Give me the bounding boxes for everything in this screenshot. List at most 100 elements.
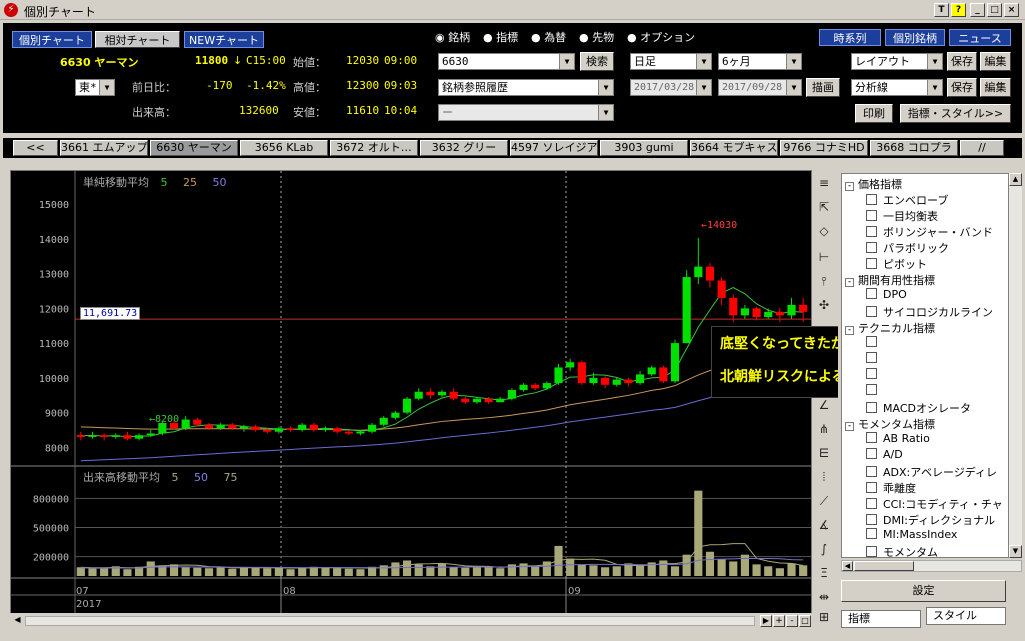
tree-group[interactable]: - 期間有用性指標 [845,272,935,288]
time-series-button[interactable]: 時系列 [819,29,881,46]
exchange-select[interactable]: 東* ▼ [75,79,115,96]
checkbox-icon[interactable] [866,258,877,269]
tree-checkbox-item[interactable]: ピボット [866,256,927,272]
checkbox-icon[interactable] [866,482,877,493]
checkbox-icon[interactable] [866,194,877,205]
tree-scrollbar[interactable]: ▲ ▼ [1009,173,1022,558]
checkbox-icon[interactable] [866,466,877,477]
stock-tab[interactable]: 9766 コナミHD [780,140,868,156]
tree-checkbox-item[interactable]: MI:MassIndex [866,528,957,541]
draw-button[interactable]: 描画 [806,78,840,97]
date-to[interactable]: 2017/09/28 ▼ [718,79,802,96]
indicator-tree[interactable]: - 価格指標 エンベローブ 一目均衡表 ボリンジャー・バンド パラボリック ピボット - 期間有… [841,173,1009,558]
collapse-icon[interactable]: - [845,422,854,431]
scroll-up-icon[interactable]: ▲ [1009,173,1022,186]
zoom-out-icon[interactable]: - [786,615,798,627]
cursor-icon[interactable]: ⇱ [815,198,833,216]
checkbox-icon[interactable] [866,528,877,539]
checkbox-icon[interactable] [866,498,877,509]
tree-checkbox-item[interactable]: パラボリック [866,240,949,256]
vertical-line-icon[interactable]: ⫯ [815,272,833,290]
news-button[interactable]: ニュース [949,29,1011,46]
radio-forex[interactable]: ● 為替 [531,29,566,45]
arc-tool-icon[interactable]: ∫ [815,540,833,558]
toolbar-t-button[interactable]: T [934,3,949,17]
maximize-button[interactable]: □ [987,3,1002,17]
search-button[interactable]: 検索 [580,52,614,71]
chart-scrollbar[interactable]: ◀ ▶ + - □ [10,613,812,629]
layout-save-button[interactable]: 保存 [947,52,977,71]
tree-checkbox-item[interactable]: MACDオシレータ [866,400,971,416]
layout-select[interactable]: レイアウト ▼ [851,53,943,70]
scroll-right-icon[interactable]: ▶ [760,615,772,627]
scroll-left-icon[interactable]: ◀ [842,561,853,571]
print-button[interactable]: 印刷 [855,104,893,123]
retracement-icon[interactable]: ⦙ [815,468,833,486]
interval-select[interactable]: 日足 ▼ [630,53,712,70]
collapse-icon[interactable]: - [845,182,854,191]
angle-tool-icon[interactable]: ∡ [815,516,833,534]
secondary-select[interactable]: ー ▼ [438,104,614,121]
stock-tab[interactable]: 3632 グリー [420,140,508,156]
tree-checkbox-item[interactable] [866,368,883,381]
tree-group[interactable]: - モメンタム指標 [845,416,935,432]
date-from[interactable]: 2017/03/28 ▼ [630,79,712,96]
collapse-icon[interactable]: - [845,326,854,335]
checkbox-icon[interactable] [866,336,877,347]
minimize-button[interactable]: _ [970,3,985,17]
tree-checkbox-item[interactable]: モメンタム [866,544,938,557]
tree-checkbox-item[interactable]: DMI:ディレクショナル [866,512,995,528]
scroll-down-icon[interactable]: ▼ [1009,545,1022,558]
tree-checkbox-item[interactable]: サイコロジカルライン [866,304,993,320]
stock-tab[interactable]: 3664 モブキャス [690,140,778,156]
fit-icon[interactable]: □ [799,615,811,627]
close-button[interactable]: × [1004,3,1019,17]
tree-checkbox-item[interactable]: 乖離度 [866,480,916,496]
tree-checkbox-item[interactable]: A/D [866,448,903,461]
symbol-input[interactable]: 6630 ▼ [438,53,575,70]
stock-tab[interactable]: 3661 エムアップ [60,140,148,156]
fan-icon[interactable]: ⋔ [815,420,833,438]
tab-new-chart[interactable]: NEWチャート [184,31,264,48]
analysis-save-button[interactable]: 保存 [947,78,977,97]
menu-lines-icon[interactable]: ≡ [815,174,833,192]
checkbox-icon[interactable] [866,210,877,221]
next-tabs-button[interactable]: // [960,140,1004,156]
tree-checkbox-item[interactable]: エンベローブ [866,192,948,208]
stock-tab[interactable]: 4597 ソレイジア [510,140,598,156]
period-tool-icon[interactable]: ⇹ [815,588,833,606]
stock-tab-active[interactable]: 6630 ヤーマン [150,140,238,156]
scroll-left-icon[interactable]: ◀ [12,615,23,626]
tree-hscroll-thumb[interactable] [854,561,914,571]
line-tool-icon[interactable]: ⟋ [815,492,833,510]
tab-individual-chart[interactable]: 個別チャート [12,31,92,48]
analysis-edit-button[interactable]: 編集 [980,78,1011,97]
radio-futures[interactable]: ● 先物 [579,29,614,45]
individual-stock-button[interactable]: 個別銘柄 [885,29,945,46]
tree-checkbox-item[interactable]: ADX:アベレージディレ [866,464,997,480]
indicator-style-button[interactable]: 指標・スタイル>> [900,104,1011,123]
trend-line-icon[interactable]: ∠ [815,396,833,414]
checkbox-icon[interactable] [866,384,877,395]
radio-symbol[interactable]: ◉ 銘柄 [435,29,470,45]
scroll-track[interactable] [25,616,755,626]
checkbox-icon[interactable] [866,352,877,363]
prev-tabs-button[interactable]: << [13,140,58,156]
checkbox-icon[interactable] [866,242,877,253]
history-select[interactable]: 銘柄参照履歴 ▼ [438,79,614,96]
span-select[interactable]: 6ヶ月 ▼ [718,53,802,70]
price-chart[interactable]: 8000 9000 10000 11000 12000 13000 14000 15000 20… [11,171,811,613]
checkbox-icon[interactable] [866,226,877,237]
checkbox-icon[interactable] [866,546,877,557]
tree-checkbox-item[interactable]: AB Ratio [866,432,930,445]
tab-indicators[interactable]: 指標 [841,610,921,628]
chart-area[interactable]: 8000 9000 10000 11000 12000 13000 14000 15000 20… [10,170,812,628]
radio-indicator[interactable]: ● 指標 [483,29,518,45]
tree-checkbox-item[interactable] [866,384,883,397]
tree-checkbox-item[interactable]: DPO [866,288,907,301]
tree-checkbox-item[interactable] [866,352,883,365]
tab-relative-chart[interactable]: 相対チャート [95,31,180,48]
layout-edit-button[interactable]: 編集 [980,52,1011,71]
radio-options[interactable]: ● オプション [627,29,695,45]
checkbox-icon[interactable] [866,432,877,443]
